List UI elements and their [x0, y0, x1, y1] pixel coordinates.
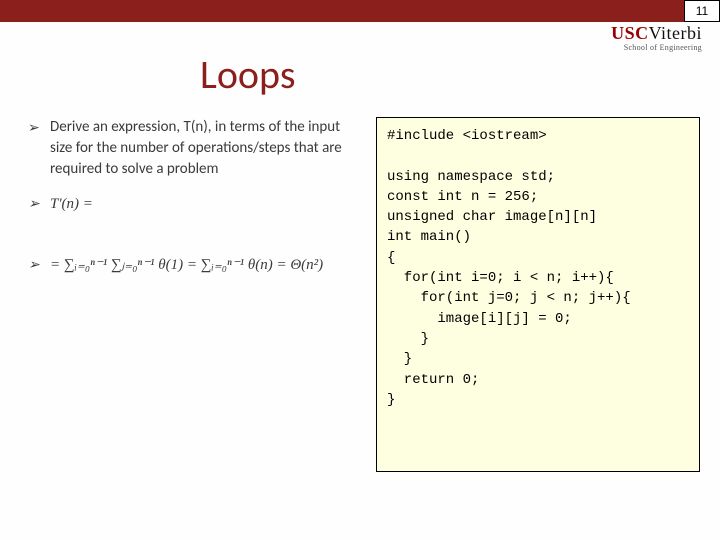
code-snippet: #include <iostream> using namespace std;…: [376, 117, 700, 472]
slide-title: Loops: [200, 50, 720, 99]
logo-viterbi: Viterbi: [649, 23, 702, 43]
logo-usc: USC: [611, 23, 649, 43]
top-bar: 11: [0, 0, 720, 22]
bullet-item: T'(n) =: [28, 194, 358, 215]
content-area: Derive an expression, T(n), in terms of …: [0, 117, 720, 472]
logo-subtitle: School of Engineering: [611, 44, 702, 52]
usc-viterbi-logo: USCViterbi School of Engineering: [611, 24, 702, 52]
bullet-item: Derive an expression, T(n), in terms of …: [28, 117, 358, 180]
page-number: 11: [684, 0, 720, 22]
bullet-list: Derive an expression, T(n), in terms of …: [28, 117, 358, 472]
bullet-item: = ∑ᵢ₌₀ⁿ⁻¹ ∑ⱼ₌₀ⁿ⁻¹ θ(1) = ∑ᵢ₌₀ⁿ⁻¹ θ(n) = …: [28, 255, 358, 276]
